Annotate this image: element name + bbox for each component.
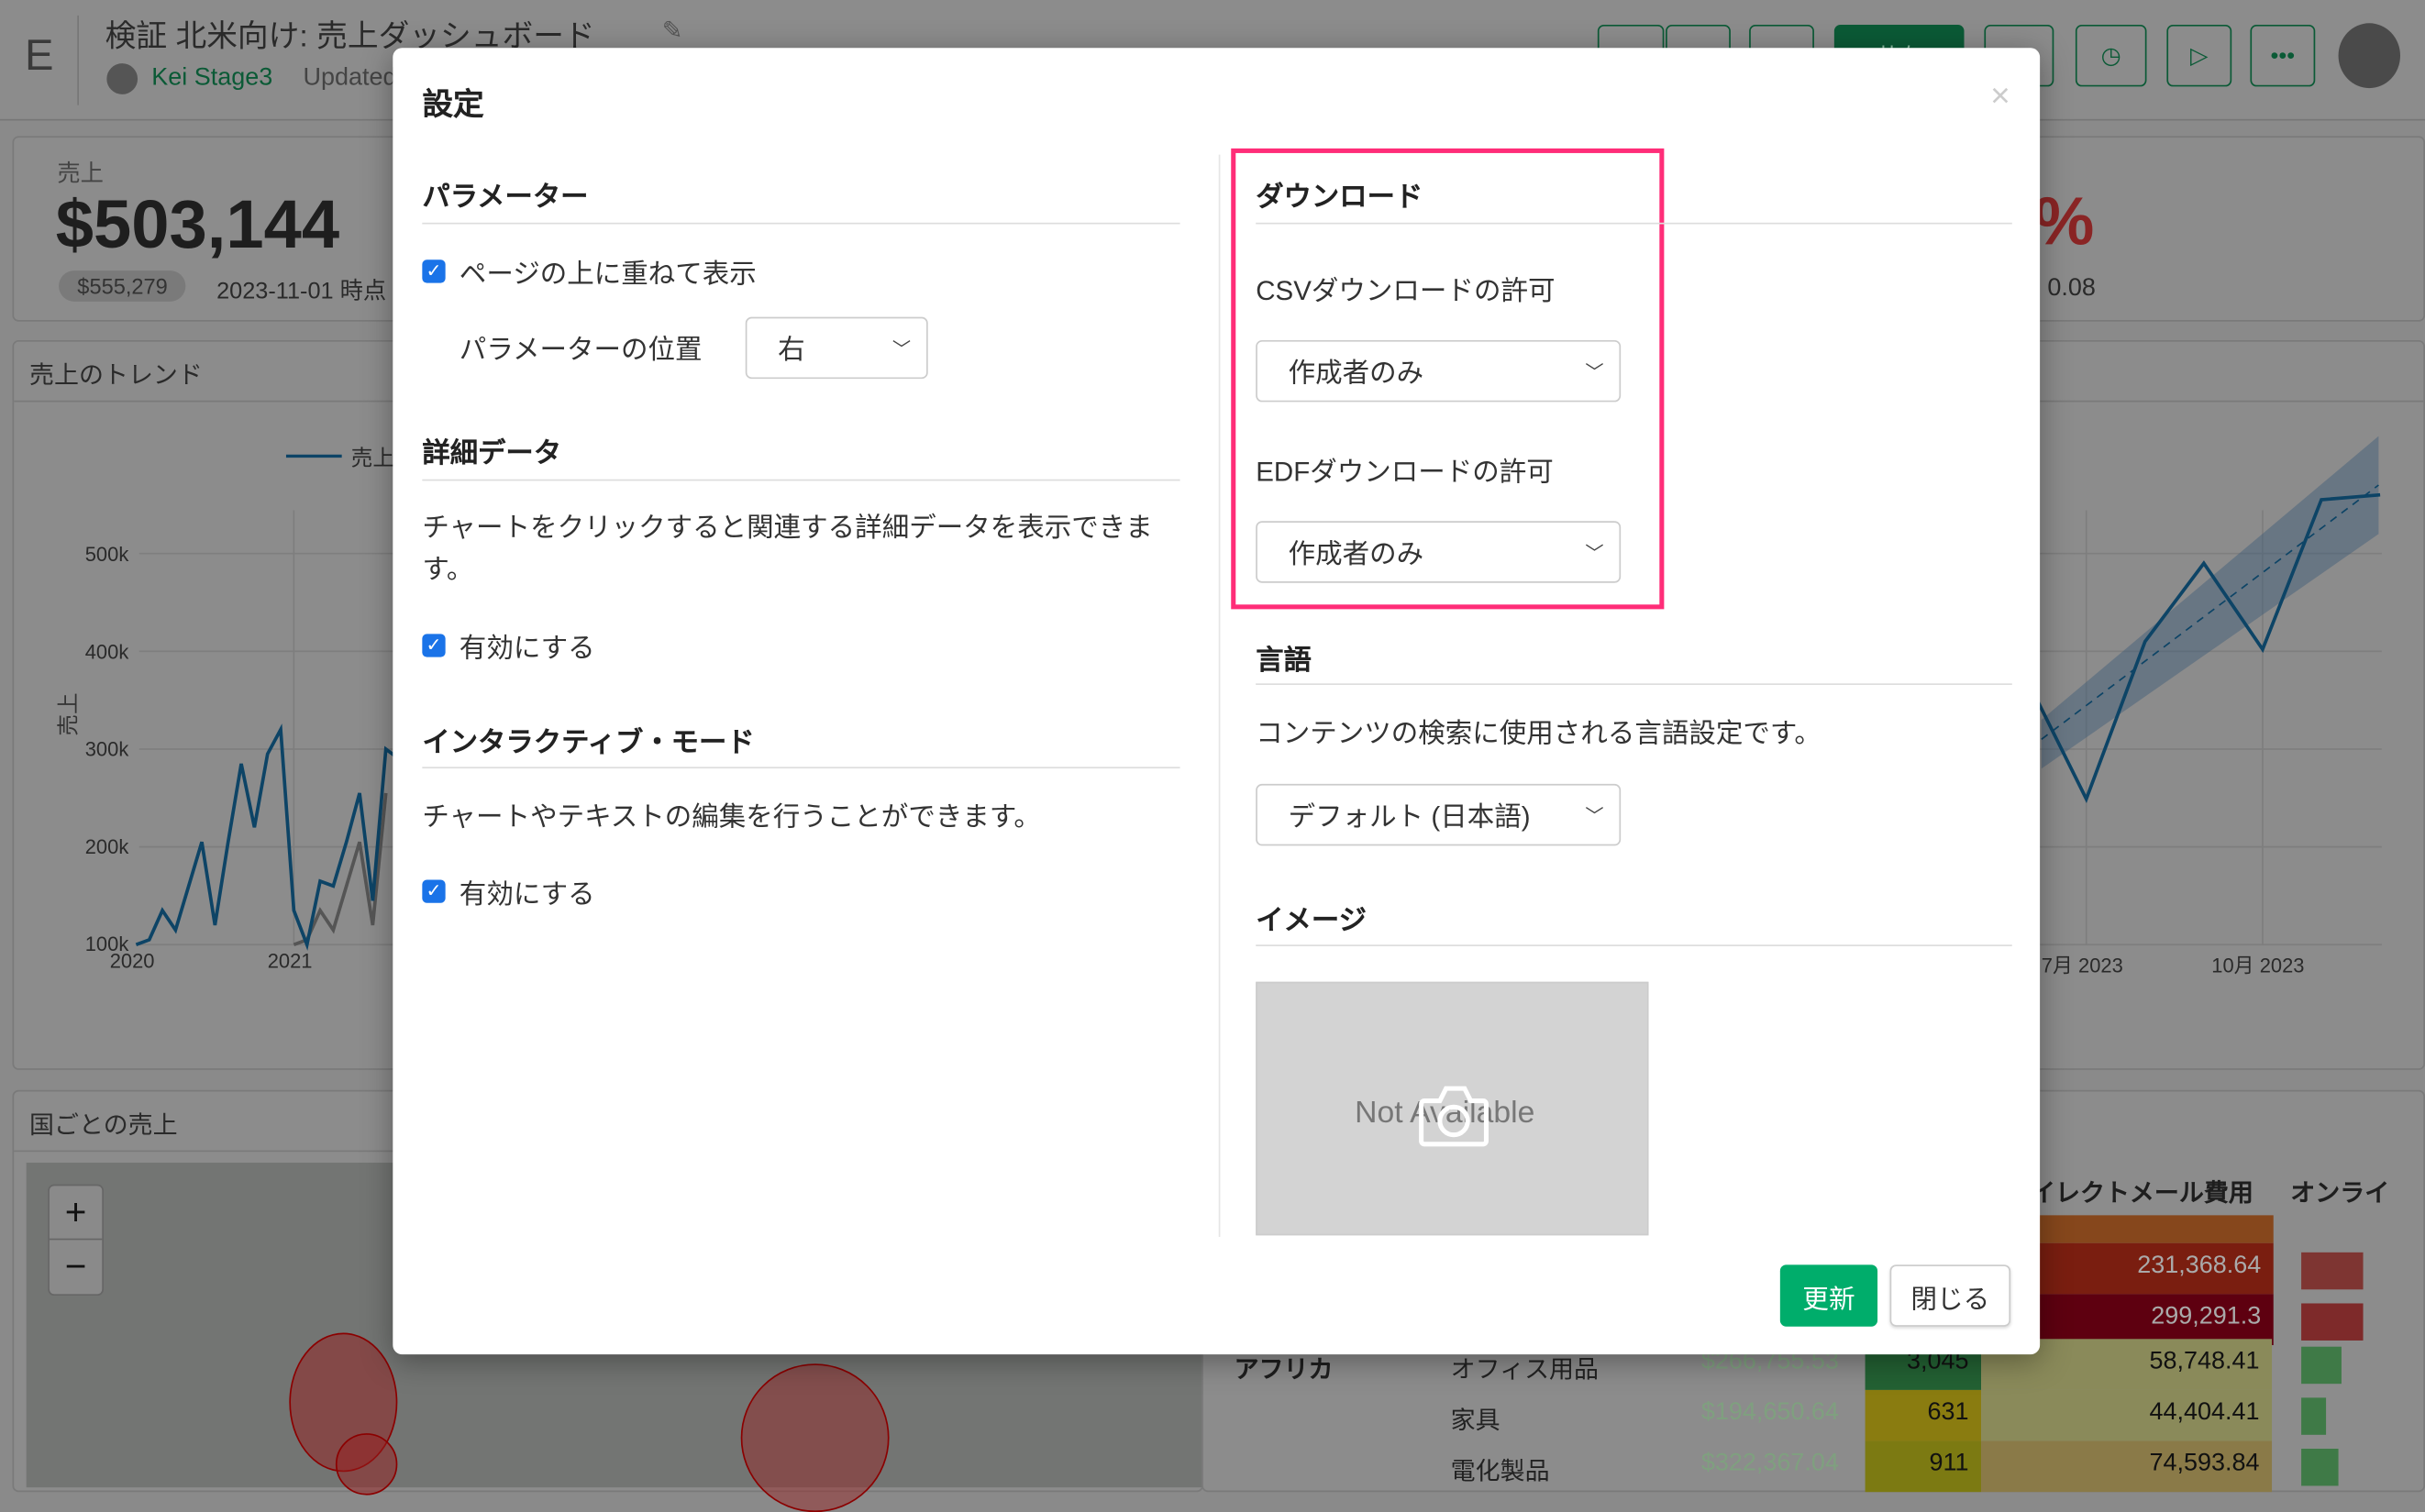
divider	[1256, 222, 2012, 225]
legend-swatch	[285, 454, 342, 458]
bar-cell	[2301, 1346, 2342, 1385]
divider	[422, 479, 1180, 481]
table-row[interactable]: 電化製品 $322,367.04 911 74,593.84	[1435, 1440, 2379, 1493]
zoom-out-button[interactable]: −	[50, 1240, 102, 1294]
detail-enable-label: 有効にする	[459, 632, 595, 664]
chevron-down-icon: ﹀	[1585, 542, 1604, 565]
category-cell: 家具	[1450, 1408, 1500, 1435]
qty-cell: 911	[1865, 1440, 1982, 1493]
x-tick: 2021	[267, 949, 313, 973]
image-heading: イメージ	[1256, 904, 1368, 936]
x-tick: 2020	[109, 949, 155, 973]
interactive-enable-label: 有効にする	[459, 877, 595, 910]
csv-value: 作成者のみ	[1288, 356, 1424, 388]
legend-label: 売上	[350, 445, 394, 470]
chevron-down-icon: ﹀	[1585, 361, 1604, 384]
overlay-label: ページの上に重ねて表示	[459, 258, 757, 290]
y-tick: 500k	[84, 542, 129, 567]
column-header[interactable]: オンライ	[2290, 1172, 2389, 1208]
column-header[interactable]: イレクトメール費用	[2031, 1172, 2253, 1208]
cell-value: 299,291.3	[2151, 1303, 2262, 1330]
map-bubble[interactable]	[740, 1363, 890, 1512]
category-cell: 電化製品	[1450, 1459, 1550, 1486]
language-value: デフォルト (日本語)	[1288, 800, 1531, 832]
settings-dialog: 設定 × パラメーター ✓ ページの上に重ねて表示 パラメーターの位置 右 ﹀ 詳…	[393, 48, 2041, 1355]
update-button[interactable]: 更新	[1779, 1264, 1878, 1327]
download-heading: ダウンロード	[1256, 181, 1423, 213]
table-row[interactable]: 家具 $194,650.64 631 44,404.41	[1435, 1389, 2379, 1441]
zoom-in-button[interactable]: +	[49, 1186, 103, 1241]
language-heading: 言語	[1256, 645, 1312, 676]
map-title: 国ごとの売上	[29, 1113, 178, 1140]
map-zoom-control: + −	[48, 1184, 104, 1297]
detail-enable-checkbox[interactable]: ✓	[422, 634, 446, 657]
dashboard-page: E 検証 北米向け: 売上ダッシュボード ✎ Kei Stage3 Update…	[0, 0, 2425, 1512]
image-placeholder[interactable]: Not Available	[1256, 981, 1649, 1236]
position-label: パラメーターの位置	[459, 334, 703, 365]
sales-cell: $194,650.64	[1700, 1399, 1839, 1426]
camera-icon	[1419, 1086, 1489, 1147]
interactive-enable-checkbox[interactable]: ✓	[422, 879, 446, 903]
language-select[interactable]: デフォルト (日本語) ﹀	[1256, 783, 1622, 846]
bar-cell	[2301, 1397, 2327, 1435]
map-bubble[interactable]	[335, 1433, 398, 1495]
sales-line	[135, 723, 401, 951]
csv-label: CSVダウンロードの許可	[1256, 275, 1556, 306]
dialog-title: 設定	[422, 88, 484, 123]
edf-download-select[interactable]: 作成者のみ ﹀	[1256, 521, 1622, 583]
language-description: コンテンツの検索に使用される言語設定です。	[1256, 717, 1822, 749]
bar-cell	[2301, 1252, 2364, 1290]
overlay-checkbox[interactable]: ✓	[422, 259, 446, 283]
interactive-heading: インタラクティブ・モード	[422, 726, 755, 758]
dm-cell: 74,593.84	[1981, 1440, 2273, 1493]
position-value: 右	[778, 333, 805, 365]
chevron-down-icon: ﹀	[891, 338, 912, 360]
divider	[1256, 944, 2012, 946]
divider	[422, 222, 1180, 225]
y-tick: 400k	[84, 640, 129, 664]
chevron-down-icon: ﹀	[1585, 805, 1604, 828]
edf-label: EDFダウンロードの許可	[1256, 456, 1554, 488]
detail-description: チャートをクリックすると関連する詳細データを表示できます。	[422, 512, 1153, 585]
detail-heading: 詳細データ	[422, 437, 562, 469]
bar-cell	[2301, 1303, 2364, 1341]
dm-cell: 44,404.41	[1981, 1389, 2273, 1441]
close-button[interactable]: 閉じる	[1889, 1264, 2011, 1327]
close-icon[interactable]: ×	[1990, 76, 2010, 116]
sales-cell: $322,367.04	[1700, 1450, 1839, 1477]
cell-value: 231,368.64	[2137, 1252, 2262, 1279]
y-axis-label: 売上	[55, 692, 81, 736]
position-select[interactable]: 右 ﹀	[745, 316, 928, 380]
y-tick: 300k	[84, 737, 129, 761]
x-tick: 7月 2023	[2041, 954, 2123, 977]
divider	[1256, 683, 2012, 685]
qty-cell: 631	[1865, 1389, 1982, 1441]
confidence-band	[2041, 436, 2379, 769]
edf-value: 作成者のみ	[1288, 536, 1424, 568]
bar-cell	[2301, 1448, 2339, 1486]
divider	[422, 767, 1180, 769]
csv-download-select[interactable]: 作成者のみ ﹀	[1256, 339, 1622, 403]
x-tick: 10月 2023	[2211, 954, 2305, 977]
column-divider	[1218, 154, 1221, 1237]
parameters-heading: パラメーター	[422, 181, 589, 213]
y-tick: 200k	[84, 834, 129, 858]
interactive-description: チャートやテキストの編集を行うことができます。	[422, 800, 1041, 833]
